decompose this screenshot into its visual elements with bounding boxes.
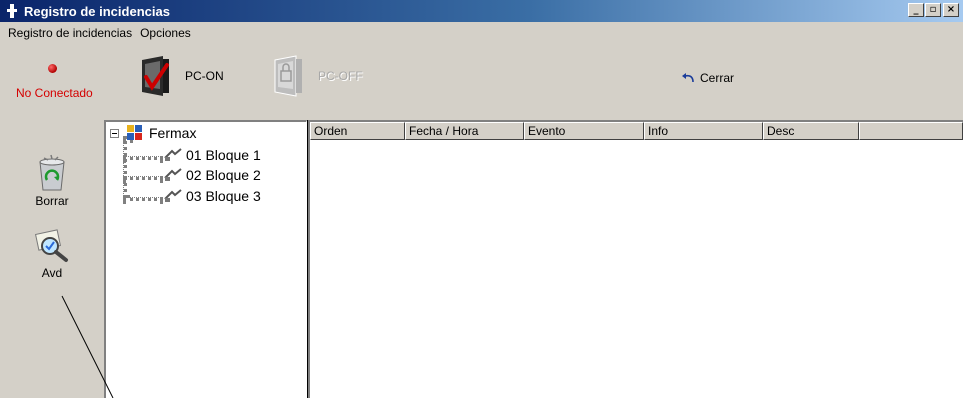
connection-status-icon	[48, 64, 57, 73]
cerrar-label: Cerrar	[700, 71, 735, 85]
pc-off-icon	[274, 55, 302, 97]
fermax-logo-icon	[127, 125, 142, 140]
tree-item-bloque-2[interactable]: 02 Bloque 2	[164, 167, 261, 183]
search-magnifier-icon	[34, 229, 68, 262]
tree-item-label: 02 Bloque 2	[186, 167, 261, 183]
left-panel: Borrar Avd	[0, 120, 104, 398]
avd-button[interactable]: Avd	[0, 228, 104, 280]
list-header: Orden Fecha / Hora Evento Info Desc	[310, 122, 963, 140]
building-block-icon	[164, 168, 182, 181]
menu-opciones[interactable]: Opciones	[136, 26, 195, 40]
maximize-button[interactable]: ▫	[925, 3, 941, 17]
avd-label: Avd	[41, 266, 63, 280]
window-controls: _ ▫ ×	[907, 3, 959, 17]
undo-arrow-icon	[682, 73, 694, 83]
close-window-button[interactable]: ×	[943, 3, 959, 17]
tree-connector	[123, 197, 163, 201]
column-header-empty[interactable]	[859, 122, 963, 140]
pc-on-button[interactable]: PC-ON	[139, 56, 224, 96]
recycle-bin-icon	[39, 154, 65, 191]
tree-connector	[123, 156, 163, 160]
building-block-icon	[164, 148, 182, 161]
tree-item-bloque-1[interactable]: 01 Bloque 1	[164, 147, 261, 163]
event-list-view[interactable]: Orden Fecha / Hora Evento Info Desc	[308, 120, 963, 398]
tree-connector	[123, 176, 163, 180]
pc-on-icon	[142, 56, 169, 96]
column-header-info[interactable]: Info	[644, 122, 763, 140]
tree-view[interactable]: Fermax 01 Bloque 1 02 Bloque 2 03 Bloque…	[104, 120, 307, 398]
tree-item-label: 03 Bloque 3	[186, 188, 261, 204]
toolbar: No Conectado PC-ON PC-OFF Cerrar	[0, 44, 963, 120]
column-header-orden[interactable]: Orden	[310, 122, 405, 140]
menu-registro-de-incidencias[interactable]: Registro de incidencias	[4, 26, 136, 40]
column-header-desc[interactable]: Desc	[763, 122, 859, 140]
tree-root-fermax[interactable]: Fermax	[110, 125, 196, 141]
tree-root-label: Fermax	[149, 125, 197, 141]
menu-bar: Registro de incidencias Opciones	[0, 22, 963, 44]
column-header-fecha-hora[interactable]: Fecha / Hora	[405, 122, 524, 140]
minimize-button[interactable]: _	[908, 3, 924, 17]
app-icon	[6, 4, 18, 18]
connection-status-text: No Conectado	[16, 86, 93, 100]
column-header-evento[interactable]: Evento	[524, 122, 644, 140]
pc-off-button[interactable]: PC-OFF	[272, 55, 363, 97]
tree-item-label: 01 Bloque 1	[186, 147, 261, 163]
borrar-button[interactable]: Borrar	[0, 154, 104, 208]
pc-on-label: PC-ON	[185, 69, 224, 83]
building-block-icon	[164, 189, 182, 202]
window-title: Registro de incidencias	[24, 3, 170, 19]
tree-connector-vertical	[123, 136, 127, 198]
collapse-icon[interactable]	[110, 128, 119, 138]
title-bar: Registro de incidencias _ ▫ ×	[0, 0, 963, 22]
pc-off-label: PC-OFF	[318, 69, 363, 83]
cerrar-button[interactable]: Cerrar	[681, 71, 734, 85]
borrar-label: Borrar	[35, 194, 69, 208]
tree-item-bloque-3[interactable]: 03 Bloque 3	[164, 188, 261, 204]
